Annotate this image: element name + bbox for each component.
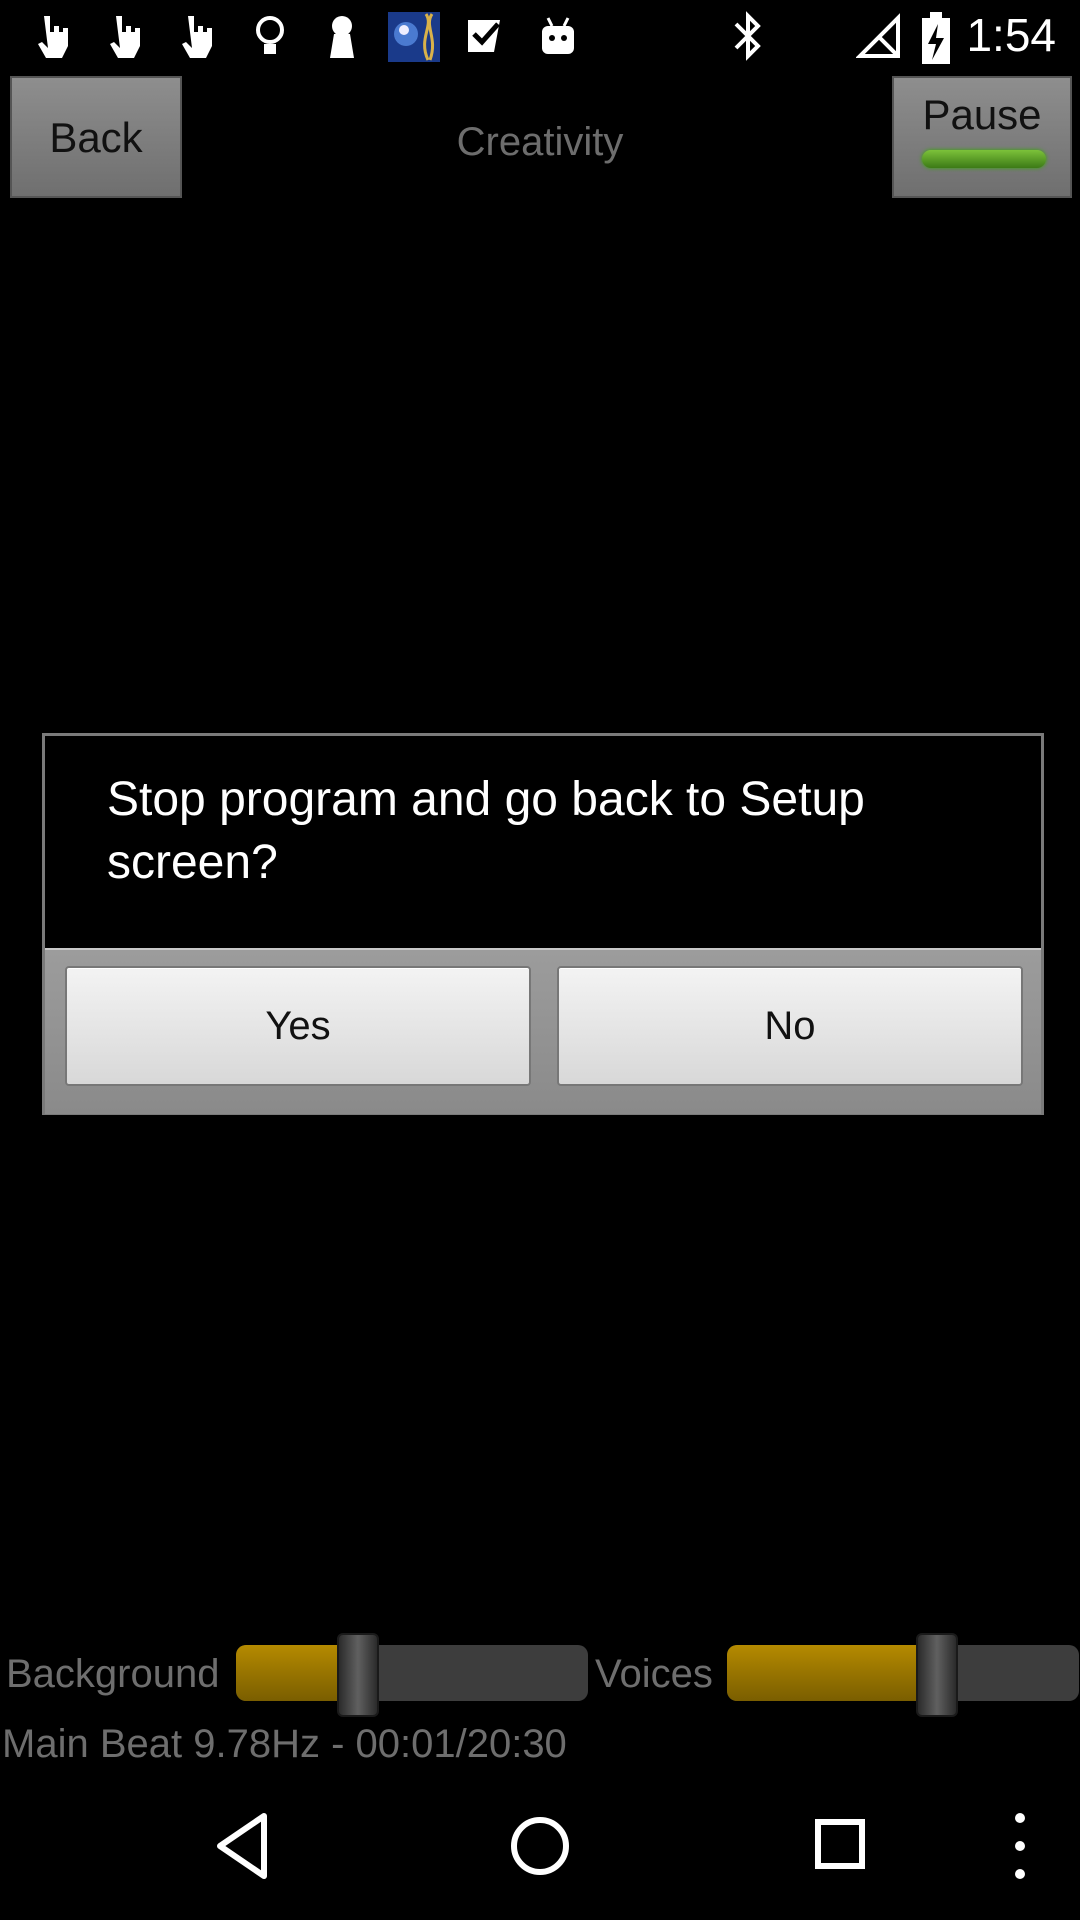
home-circle-icon[interactable] <box>506 1806 574 1886</box>
android-robot-icon <box>542 17 574 54</box>
dialog-message: Stop program and go back to Setup screen… <box>107 773 865 889</box>
lightbulb-icon <box>256 16 284 54</box>
bluetooth-icon <box>734 11 761 61</box>
overflow-dots-icon[interactable] <box>1000 1806 1040 1886</box>
back-triangle-icon[interactable] <box>210 1806 276 1886</box>
background-volume-slider[interactable] <box>236 1645 588 1701</box>
hand-tap-icon <box>110 16 140 58</box>
background-slider-thumb[interactable] <box>336 1633 379 1717</box>
yes-button[interactable]: Yes <box>65 966 531 1086</box>
navigation-bar <box>0 1778 1080 1920</box>
background-label: Background <box>6 1652 220 1696</box>
battery-charging-icon <box>922 12 950 64</box>
clock: 1:54 <box>966 9 1056 61</box>
check-flag-icon <box>468 20 500 52</box>
voices-volume-slider[interactable] <box>727 1645 1079 1701</box>
hand-tap-icon <box>38 16 68 58</box>
pause-button[interactable]: Pause <box>892 76 1072 198</box>
recents-square-icon[interactable] <box>808 1806 872 1886</box>
confirm-dialog: Stop program and go back to Setup screen… <box>42 733 1044 1115</box>
dialog-button-bar: Yes No <box>45 948 1041 1114</box>
hand-tap-icon <box>182 16 212 58</box>
voices-volume-fill <box>727 1645 935 1701</box>
pause-indicator <box>922 150 1046 168</box>
pause-label: Pause <box>922 91 1042 138</box>
no-button[interactable]: No <box>557 966 1023 1086</box>
main-beat-status: Main Beat 9.78Hz - 00:01/20:30 <box>2 1722 567 1766</box>
status-bar: 1:54 <box>0 0 1080 75</box>
voices-slider-thumb[interactable] <box>915 1633 958 1717</box>
keyhole-icon <box>330 16 354 58</box>
no-signal-icon <box>856 13 900 58</box>
voices-label: Voices <box>595 1652 713 1696</box>
brain-dna-icon <box>388 12 440 62</box>
